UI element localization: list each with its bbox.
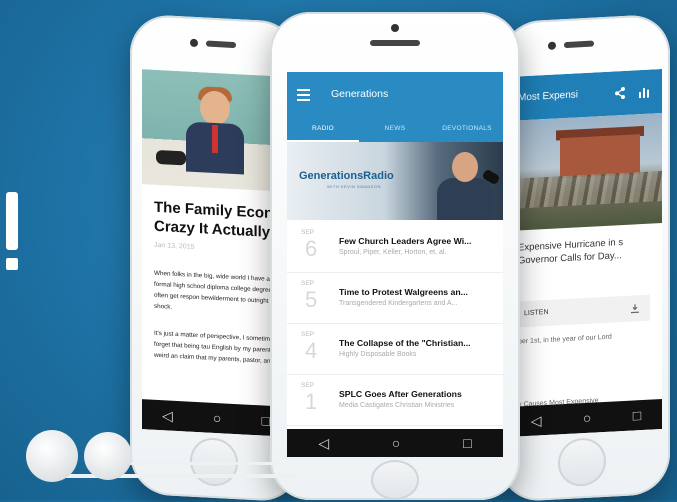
exclamation-graphic: [2, 192, 22, 282]
phone-speaker: [370, 40, 420, 46]
download-icon[interactable]: [630, 303, 640, 314]
episode-day: 1: [305, 389, 318, 414]
earbud-left: [26, 430, 78, 482]
hurricane-photo: [510, 112, 662, 231]
episode-month: SEP: [301, 280, 315, 287]
home-button[interactable]: [371, 460, 419, 500]
phone-speaker: [206, 40, 236, 49]
episode-title: Time to Protest Walgreens an...: [339, 287, 468, 297]
app-title: Generations: [331, 88, 389, 100]
episode-day: 5: [305, 287, 318, 312]
episode-subtitle: Media Castigates Christian Ministries: [339, 402, 455, 409]
tab-news[interactable]: NEWS: [359, 116, 431, 142]
phone-speaker: [564, 40, 594, 49]
share-icon[interactable]: [614, 87, 626, 100]
episode-title: SPLC Goes After Generations: [339, 389, 462, 399]
episode-month: SEP: [301, 229, 315, 236]
listen-bar[interactable]: LISTEN: [510, 294, 650, 328]
home-button[interactable]: [558, 436, 606, 488]
episode-day: 6: [305, 236, 318, 261]
radio-banner: GenerationsRadio WITH KEVIN SWANSON: [287, 142, 503, 220]
episode-subtitle: Transgendered Kindergartens and A...: [339, 300, 458, 307]
generations-radio-logo: GenerationsRadio: [299, 170, 394, 182]
phone-camera: [190, 38, 198, 48]
phone-right: Most Expensi Expensive Hurricane in s Go…: [500, 13, 670, 502]
recents-icon[interactable]: □: [463, 435, 471, 451]
article-photo: [142, 69, 290, 192]
android-nav-bar: ◁ ○ □: [287, 429, 503, 457]
radio-screen: Generations RADIO NEWS DEVOTIONALS Gener…: [287, 72, 503, 457]
episode-month: SEP: [301, 382, 315, 389]
episode-subtitle: Highly Disposable Books: [339, 351, 417, 358]
list-item[interactable]: SEP 1 SPLC Goes After Generations Media …: [287, 375, 503, 426]
back-icon[interactable]: ◁: [162, 407, 173, 425]
story-text-1: ber 1st, in the year of our Lord: [518, 333, 612, 346]
recents-icon[interactable]: □: [261, 412, 269, 428]
chart-icon[interactable]: [638, 86, 650, 99]
story-headline[interactable]: Expensive Hurricane in s Governor Calls …: [518, 234, 658, 267]
android-nav-bar: ◁ ○ □: [142, 399, 290, 437]
tab-radio[interactable]: RADIO: [287, 116, 359, 142]
back-icon[interactable]: ◁: [318, 435, 329, 452]
episode-list: SEP 6 Few Church Leaders Agree Wi... Spr…: [287, 222, 503, 426]
listen-label: LISTEN: [524, 308, 549, 318]
home-icon[interactable]: ○: [213, 410, 221, 426]
tab-devotionals[interactable]: DEVOTIONALS: [431, 116, 503, 142]
recents-icon[interactable]: □: [633, 407, 641, 423]
article-paragraph-2: It's just a matter of perspective, I som…: [154, 329, 281, 366]
list-item[interactable]: SEP 5 Time to Protest Walgreens an... Tr…: [287, 273, 503, 324]
banner-subtitle: WITH KEVIN SWANSON: [327, 184, 381, 189]
home-icon[interactable]: ○: [392, 435, 400, 451]
earbud-right: [84, 432, 132, 480]
phone-center: Generations RADIO NEWS DEVOTIONALS Gener…: [270, 12, 520, 500]
tab-bar: RADIO NEWS DEVOTIONALS: [287, 116, 503, 142]
phone-camera: [548, 41, 556, 50]
article-screen: The Family Econ Crazy It Actually Jan 13…: [142, 69, 290, 437]
app-bar: Generations RADIO NEWS DEVOTIONALS: [287, 72, 503, 142]
episode-title: The Collapse of the "Christian...: [339, 338, 471, 348]
earbud-cable: [120, 462, 280, 465]
story-screen: Most Expensi Expensive Hurricane in s Go…: [510, 68, 662, 437]
list-item[interactable]: SEP 4 The Collapse of the "Christian... …: [287, 324, 503, 375]
episode-subtitle: Sproul, Piper, Keller, Horton, et. al.: [339, 249, 447, 256]
article-paragraph-1: When folks in the big, wide world I have…: [154, 269, 278, 311]
article-date: Jan 13, 2015: [154, 241, 195, 251]
episode-title: Few Church Leaders Agree Wi...: [339, 236, 472, 246]
list-item[interactable]: SEP 6 Few Church Leaders Agree Wi... Spr…: [287, 222, 503, 273]
home-icon[interactable]: ○: [583, 410, 591, 426]
phone-camera: [391, 24, 399, 32]
story-title: Most Expensi: [518, 89, 579, 104]
episode-month: SEP: [301, 331, 315, 338]
episode-day: 4: [305, 338, 318, 363]
back-icon[interactable]: ◁: [531, 412, 542, 430]
menu-icon[interactable]: [297, 89, 310, 101]
